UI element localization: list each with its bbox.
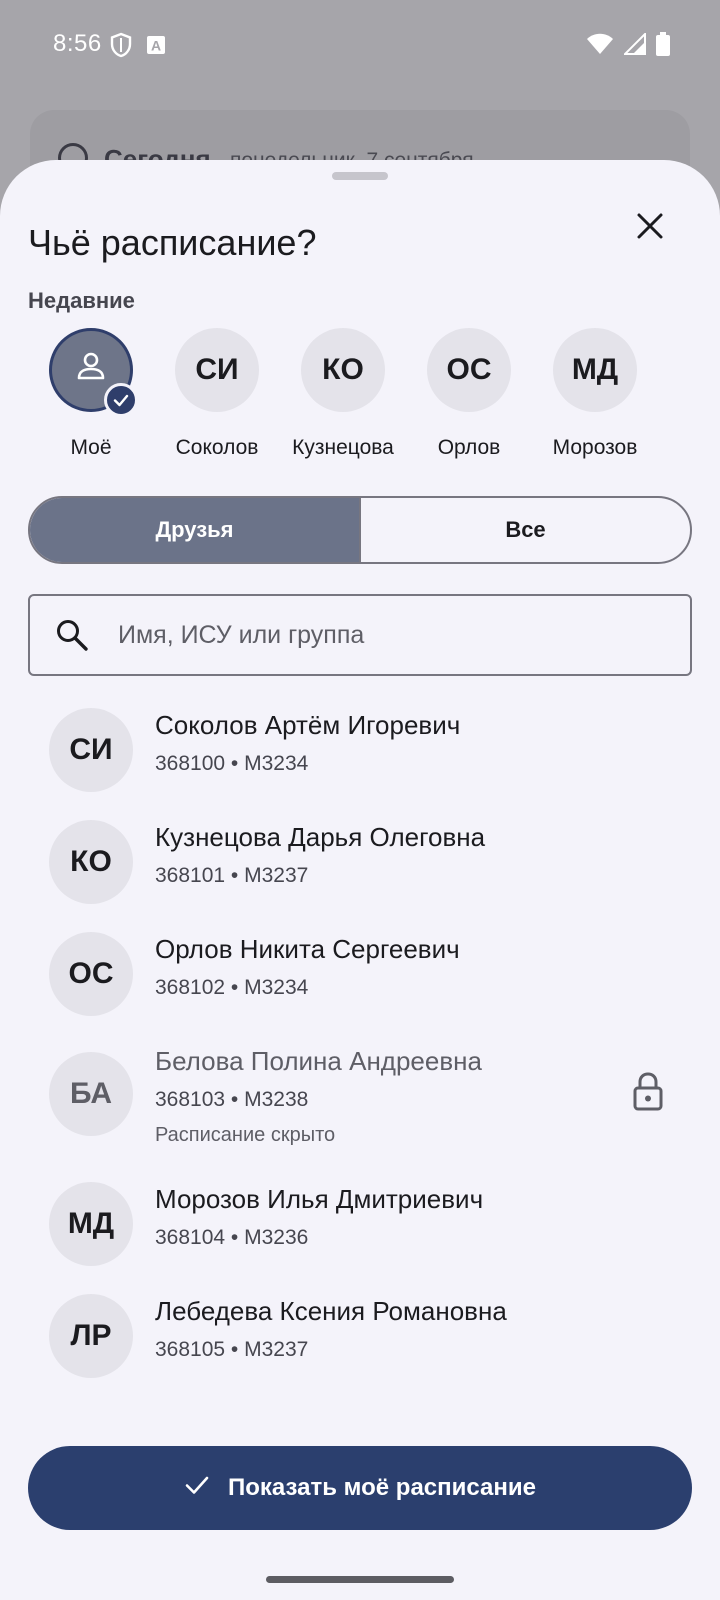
list-item[interactable]: МД Морозов Илья Дмитриевич 368104 • M323… xyxy=(0,1164,720,1276)
schedule-picker-sheet: Чьё расписание? Недавние Моё СИ Соколов … xyxy=(0,160,720,1600)
font-a-icon: A xyxy=(146,35,166,60)
recent-name: Моё xyxy=(70,436,112,459)
status-right-icons xyxy=(586,31,670,61)
avatar: МД xyxy=(553,328,637,412)
recent-item-morozov[interactable]: МД Морозов xyxy=(532,328,658,460)
check-icon xyxy=(184,1472,210,1505)
person-meta: 368102 • M3234 xyxy=(155,976,309,999)
person-meta: 368104 • M3236 xyxy=(155,1226,309,1249)
recent-name: Морозов xyxy=(552,436,638,459)
search-icon xyxy=(54,617,90,653)
status-time: 8:56 xyxy=(53,30,102,57)
signal-icon xyxy=(622,31,646,60)
search-input[interactable] xyxy=(118,620,618,650)
list-item[interactable]: ЛР Лебедева Ксения Романовна 368105 • M3… xyxy=(0,1276,720,1388)
search-field[interactable] xyxy=(28,594,692,676)
gesture-bar xyxy=(266,1576,454,1583)
lock-icon xyxy=(630,1070,666,1112)
person-meta: 368101 • M3237 xyxy=(155,864,309,887)
svg-text:A: A xyxy=(151,38,161,54)
person-name: Орлов Никита Сергеевич xyxy=(155,934,460,964)
battery-icon xyxy=(656,32,670,61)
person-name: Соколов Артём Игоревич xyxy=(155,710,461,740)
recent-list: Моё СИ Соколов КО Кузнецова ОС Орлов МД … xyxy=(28,328,692,460)
avatar: СИ xyxy=(49,708,133,792)
list-item[interactable]: КО Кузнецова Дарья Олеговна 368101 • M32… xyxy=(0,802,720,914)
person-name: Кузнецова Дарья Олеговна xyxy=(155,822,486,852)
avatar xyxy=(49,328,138,417)
person-meta: 368103 • M3238 xyxy=(155,1088,309,1111)
drag-handle[interactable] xyxy=(332,172,388,180)
status-left-icons: A xyxy=(110,32,166,63)
segment-all[interactable]: Все xyxy=(361,498,690,562)
person-meta: 368105 • M3237 xyxy=(155,1338,309,1361)
show-my-schedule-label: Показать моё расписание xyxy=(227,1474,536,1501)
close-button[interactable] xyxy=(626,204,674,252)
person-name: Морозов Илья Дмитриевич xyxy=(155,1184,484,1214)
friends-all-toggle: Друзья Все xyxy=(28,496,692,564)
close-icon xyxy=(636,212,664,245)
recent-item-my[interactable]: Моё xyxy=(28,328,154,460)
avatar: ОС xyxy=(49,932,133,1016)
avatar: МД xyxy=(49,1182,133,1266)
recent-item-orlov[interactable]: ОС Орлов xyxy=(406,328,532,460)
list-item-locked[interactable]: БА Белова Полина Андреевна 368103 • M323… xyxy=(0,1026,720,1164)
person-name: Лебедева Ксения Романовна xyxy=(155,1296,507,1326)
avatar: СИ xyxy=(175,328,259,412)
person-name: Белова Полина Андреевна xyxy=(155,1046,482,1076)
list-item[interactable]: СИ Соколов Артём Игоревич 368100 • M3234 xyxy=(0,690,720,802)
person-icon xyxy=(74,349,108,391)
show-my-schedule-button[interactable]: Показать моё расписание xyxy=(28,1446,692,1530)
status-bar: 8:56 A xyxy=(0,0,720,92)
sheet-title: Чьё расписание? xyxy=(28,222,317,263)
check-icon xyxy=(104,383,138,417)
recent-name: Кузнецова xyxy=(292,436,394,459)
recent-name: Орлов xyxy=(437,436,501,459)
people-list: СИ Соколов Артём Игоревич 368100 • M3234… xyxy=(0,690,720,1388)
recent-item-kuznetsova[interactable]: КО Кузнецова xyxy=(280,328,406,460)
shield-icon xyxy=(110,32,132,63)
avatar: КО xyxy=(49,820,133,904)
recent-label: Недавние xyxy=(28,288,135,313)
avatar: ОС xyxy=(427,328,511,412)
list-item[interactable]: ОС Орлов Никита Сергеевич 368102 • M3234 xyxy=(0,914,720,1026)
wifi-icon xyxy=(586,33,614,60)
avatar: БА xyxy=(49,1052,133,1136)
recent-item-sokolov[interactable]: СИ Соколов xyxy=(154,328,280,460)
segment-friends[interactable]: Друзья xyxy=(30,498,361,562)
hidden-schedule-note: Расписание скрыто xyxy=(155,1124,336,1146)
person-meta: 368100 • M3234 xyxy=(155,752,309,775)
avatar: КО xyxy=(301,328,385,412)
avatar: ЛР xyxy=(49,1294,133,1378)
recent-name: Соколов xyxy=(175,436,259,459)
